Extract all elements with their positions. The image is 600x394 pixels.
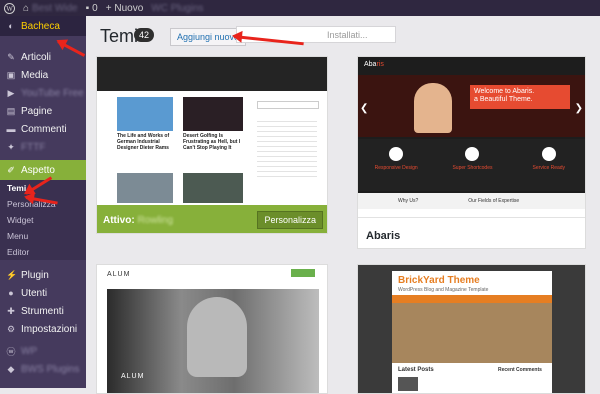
comments-link[interactable]: ▪ 0	[86, 3, 98, 14]
theme-card-rowling[interactable]: The Life and Works of German Industrial …	[96, 56, 328, 234]
sidebar-item-youtube[interactable]: ▶ YouTube Free	[0, 84, 86, 102]
customize-button[interactable]: Personalizza	[257, 211, 323, 229]
svg-text:W: W	[6, 5, 13, 13]
brush-icon: ✐	[7, 164, 15, 175]
plugins-link[interactable]: WC Plugins	[151, 3, 203, 14]
settings-icon: ⚙	[6, 323, 16, 334]
comment-icon: ▪	[85, 2, 90, 14]
admin-toolbar: W ⌂ Best Wide ▪ 0 + Nuovo WC Plugins	[0, 0, 600, 16]
page-title: Temi	[100, 26, 139, 46]
theme-count-badge: 42	[134, 28, 155, 42]
pin-icon: ✎	[7, 51, 15, 62]
site-name[interactable]: ⌂ Best Wide	[23, 3, 78, 14]
sidebar-item-wp[interactable]: ⓦ WP	[0, 342, 86, 360]
theme-screenshot: BrickYard Theme WordPress Blog and Magaz…	[358, 265, 585, 393]
theme-card-brickyard[interactable]: BrickYard Theme WordPress Blog and Magaz…	[357, 264, 586, 394]
sidebar-item-fttf[interactable]: ✦ FTTF	[0, 138, 86, 156]
aspetto-submenu: Temi Personalizza Widget Menu Editor	[0, 180, 86, 260]
sidebar-item-aspetto[interactable]: ✐ Aspetto	[0, 160, 86, 180]
star-icon: ✦	[7, 141, 15, 152]
sidebar-item-media[interactable]: ▣ Media	[0, 66, 86, 84]
sidebar-item-bacheca[interactable]: ◐ Bacheca	[0, 16, 86, 36]
theme-screenshot: The Life and Works of German Industrial …	[97, 57, 327, 205]
media-icon: ▣	[6, 69, 16, 80]
sidebar-item-impostazioni[interactable]: ⚙ Impostazioni	[0, 320, 86, 338]
wordpress-icon[interactable]: W	[4, 2, 15, 14]
wrench-icon: ✚	[7, 305, 15, 316]
sidebar-item-pagine[interactable]: ▤ Pagine	[0, 102, 86, 120]
main-content: Temi 42 Aggiungi nuovo Installati... The…	[86, 16, 600, 394]
video-icon: ▶	[7, 87, 15, 98]
plug-icon: ⚡	[6, 269, 18, 280]
theme-card-abaris[interactable]: Abaris Welcome to Abaris. a Beautiful The…	[357, 56, 586, 249]
comment-icon: ▬	[6, 124, 16, 134]
new-content-link[interactable]: + Nuovo	[106, 3, 144, 14]
sidebar-item-strumenti[interactable]: ✚ Strumenti	[0, 302, 86, 320]
plugin-icon: ◆	[7, 363, 15, 374]
sidebar-item-commenti[interactable]: ▬ Commenti	[0, 120, 86, 138]
theme-name: Abaris	[358, 217, 585, 248]
submenu-editor[interactable]: Editor	[0, 244, 86, 260]
dashboard-icon: ◐	[8, 21, 14, 31]
slider-prev-icon: ❮	[360, 103, 369, 114]
sidebar-item-utenti[interactable]: ● Utenti	[0, 284, 86, 302]
theme-screenshot: Abaris Welcome to Abaris. a Beautiful The…	[358, 57, 585, 209]
home-icon: ⌂	[23, 2, 30, 14]
sidebar-item-bws[interactable]: ◆ BWS Plugins	[0, 360, 86, 378]
slider-next-icon: ❯	[574, 103, 583, 114]
theme-card-alum[interactable]: ALUM ALUM	[96, 264, 328, 394]
submenu-menu[interactable]: Menu	[0, 228, 86, 244]
page-icon: ▤	[6, 105, 16, 116]
sidebar-item-plugin[interactable]: ⚡ Plugin	[0, 266, 86, 284]
wordpress-icon: ⓦ	[6, 346, 16, 357]
user-icon: ●	[8, 288, 14, 298]
active-theme-bar: Attivo: Rowling Personalizza	[97, 205, 327, 233]
banner-text: Welcome to Abaris. a Beautiful Theme.	[470, 85, 570, 109]
theme-screenshot: ALUM ALUM	[97, 265, 327, 393]
submenu-widget[interactable]: Widget	[0, 212, 86, 228]
